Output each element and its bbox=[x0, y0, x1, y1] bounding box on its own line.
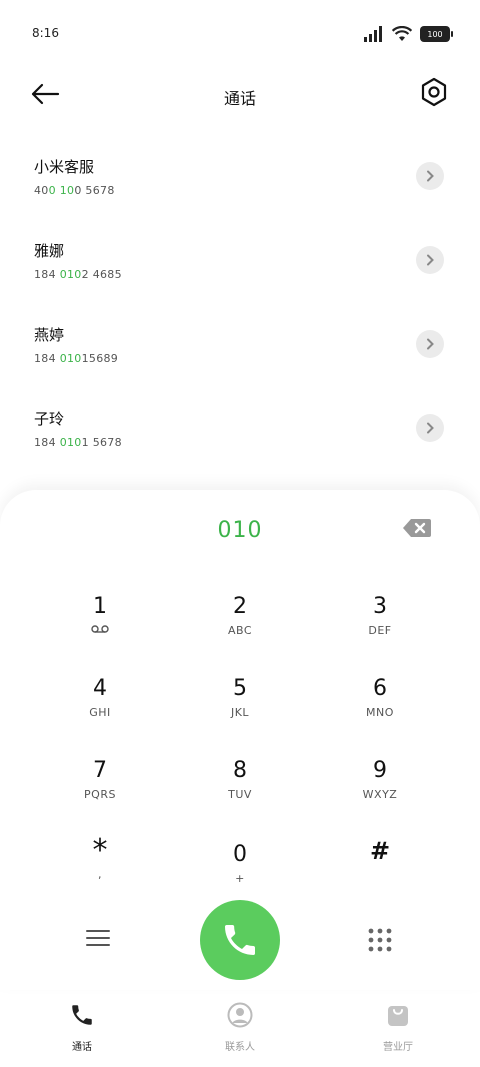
backspace-button[interactable] bbox=[402, 518, 432, 540]
key-letters: GHI bbox=[89, 706, 111, 719]
number-part: 184 bbox=[34, 352, 60, 365]
key-5[interactable]: 5 JKL bbox=[180, 676, 300, 746]
phone-icon bbox=[225, 925, 255, 955]
battery-icon: 100 bbox=[420, 26, 453, 42]
key-digit: 7 bbox=[93, 758, 107, 783]
contact-name: 子玲 bbox=[34, 410, 65, 428]
contact-detail-button[interactable] bbox=[416, 330, 444, 358]
person-icon bbox=[227, 1002, 253, 1028]
key-9[interactable]: 9 WXYZ bbox=[320, 758, 440, 828]
key-star[interactable]: * , bbox=[40, 833, 160, 908]
number-part: 15689 bbox=[81, 352, 119, 365]
number-part: 1 5678 bbox=[81, 436, 122, 449]
key-digit: 9 bbox=[373, 758, 387, 783]
key-digit: # bbox=[369, 837, 391, 865]
dial-actions bbox=[0, 900, 480, 980]
chevron-right-icon bbox=[427, 170, 434, 182]
menu-button[interactable] bbox=[86, 928, 112, 952]
keypad-toggle-button[interactable] bbox=[367, 927, 393, 953]
nav-calls[interactable]: 通话 bbox=[42, 1002, 122, 1053]
chevron-right-icon bbox=[427, 422, 434, 434]
contact-name: 燕婷 bbox=[34, 326, 65, 344]
key-digit: 3 bbox=[373, 594, 387, 619]
nav-label: 联系人 bbox=[225, 1042, 255, 1053]
contact-detail-button[interactable] bbox=[416, 246, 444, 274]
nav-store[interactable]: 营业厅 bbox=[358, 1002, 438, 1053]
contact-number: 184 0102 4685 bbox=[34, 268, 122, 281]
contact-item[interactable]: 小米客服 400 100 5678 bbox=[0, 138, 480, 222]
key-letters: JKL bbox=[230, 706, 250, 719]
key-hash[interactable]: # bbox=[320, 838, 440, 908]
key-8[interactable]: 8 TUV bbox=[180, 758, 300, 828]
backspace-icon bbox=[403, 519, 431, 537]
key-digit: * bbox=[92, 833, 108, 868]
wifi-icon bbox=[392, 26, 412, 41]
key-digit: 2 bbox=[233, 594, 247, 619]
page-title: 通话 bbox=[223, 89, 256, 108]
key-letters: PQRS bbox=[84, 788, 116, 801]
number-part: 5678 bbox=[81, 184, 115, 197]
number-part: 184 bbox=[34, 436, 60, 449]
contact-name: 小米客服 bbox=[34, 158, 95, 176]
contact-item[interactable]: 子玲 184 0101 5678 bbox=[0, 390, 480, 474]
contact-name: 雅娜 bbox=[34, 242, 65, 260]
key-1[interactable]: 1 bbox=[40, 594, 160, 664]
key-3[interactable]: 3 DEF bbox=[320, 594, 440, 664]
key-digit: 4 bbox=[93, 676, 107, 701]
signal-icon bbox=[364, 26, 382, 42]
nav-label: 通话 bbox=[72, 1042, 92, 1053]
call-button[interactable] bbox=[200, 900, 280, 980]
key-letters: DEF bbox=[368, 624, 392, 637]
gear-icon bbox=[421, 77, 447, 107]
contact-number: 184 01015689 bbox=[34, 352, 118, 365]
contact-detail-button[interactable] bbox=[416, 414, 444, 442]
nav-label: 营业厅 bbox=[383, 1042, 413, 1053]
key-letters: + bbox=[235, 872, 245, 885]
status-time: 8:16 bbox=[32, 26, 59, 40]
nav-contacts[interactable]: 联系人 bbox=[200, 1002, 280, 1053]
key-digit: 1 bbox=[93, 594, 107, 619]
key-4[interactable]: 4 GHI bbox=[40, 676, 160, 746]
key-letters: ABC bbox=[227, 624, 253, 637]
contact-detail-button[interactable] bbox=[416, 162, 444, 190]
contact-item[interactable]: 燕婷 184 01015689 bbox=[0, 306, 480, 390]
key-digit: 6 bbox=[373, 676, 387, 701]
number-match: 010 bbox=[59, 268, 82, 281]
number-part: 2 4685 bbox=[81, 268, 122, 281]
key-letters: TUV bbox=[228, 788, 252, 801]
chevron-right-icon bbox=[427, 338, 434, 350]
key-digit: 5 bbox=[233, 676, 247, 701]
bottom-nav: 通话 联系人 营业厅 bbox=[0, 988, 480, 1067]
dialpad-icon bbox=[368, 928, 392, 952]
phone-icon bbox=[72, 1005, 92, 1025]
key-2[interactable]: 2 ABC bbox=[180, 594, 300, 664]
menu-icon bbox=[86, 930, 110, 946]
settings-button[interactable] bbox=[418, 76, 450, 108]
key-digit: 0 bbox=[233, 842, 247, 867]
number-match: 10 bbox=[59, 184, 75, 197]
contact-number: 400 100 5678 bbox=[34, 184, 115, 197]
key-6[interactable]: 6 MNO bbox=[320, 676, 440, 746]
header: 通话 bbox=[0, 68, 480, 124]
status-bar: 8:16 100 bbox=[0, 0, 480, 68]
shopping-bag-icon bbox=[388, 1006, 408, 1026]
number-part: 184 bbox=[34, 268, 60, 281]
battery-level: 100 bbox=[427, 29, 443, 39]
number-match: 0 bbox=[48, 184, 56, 197]
chevron-right-icon bbox=[427, 254, 434, 266]
key-7[interactable]: 7 PQRS bbox=[40, 758, 160, 828]
key-letters: , bbox=[98, 868, 102, 881]
contact-number: 184 0101 5678 bbox=[34, 436, 122, 449]
key-digit: 8 bbox=[233, 758, 247, 783]
voicemail-icon bbox=[40, 624, 160, 637]
number-part: 0 bbox=[74, 184, 82, 197]
contact-item[interactable]: 雅娜 184 0102 4685 bbox=[0, 222, 480, 306]
status-icons: 100 bbox=[364, 24, 453, 44]
number-match: 010 bbox=[59, 436, 82, 449]
key-letters: MNO bbox=[366, 706, 394, 719]
key-letters: WXYZ bbox=[362, 788, 398, 801]
number-part: 40 bbox=[34, 184, 49, 197]
number-match: 010 bbox=[59, 352, 82, 365]
